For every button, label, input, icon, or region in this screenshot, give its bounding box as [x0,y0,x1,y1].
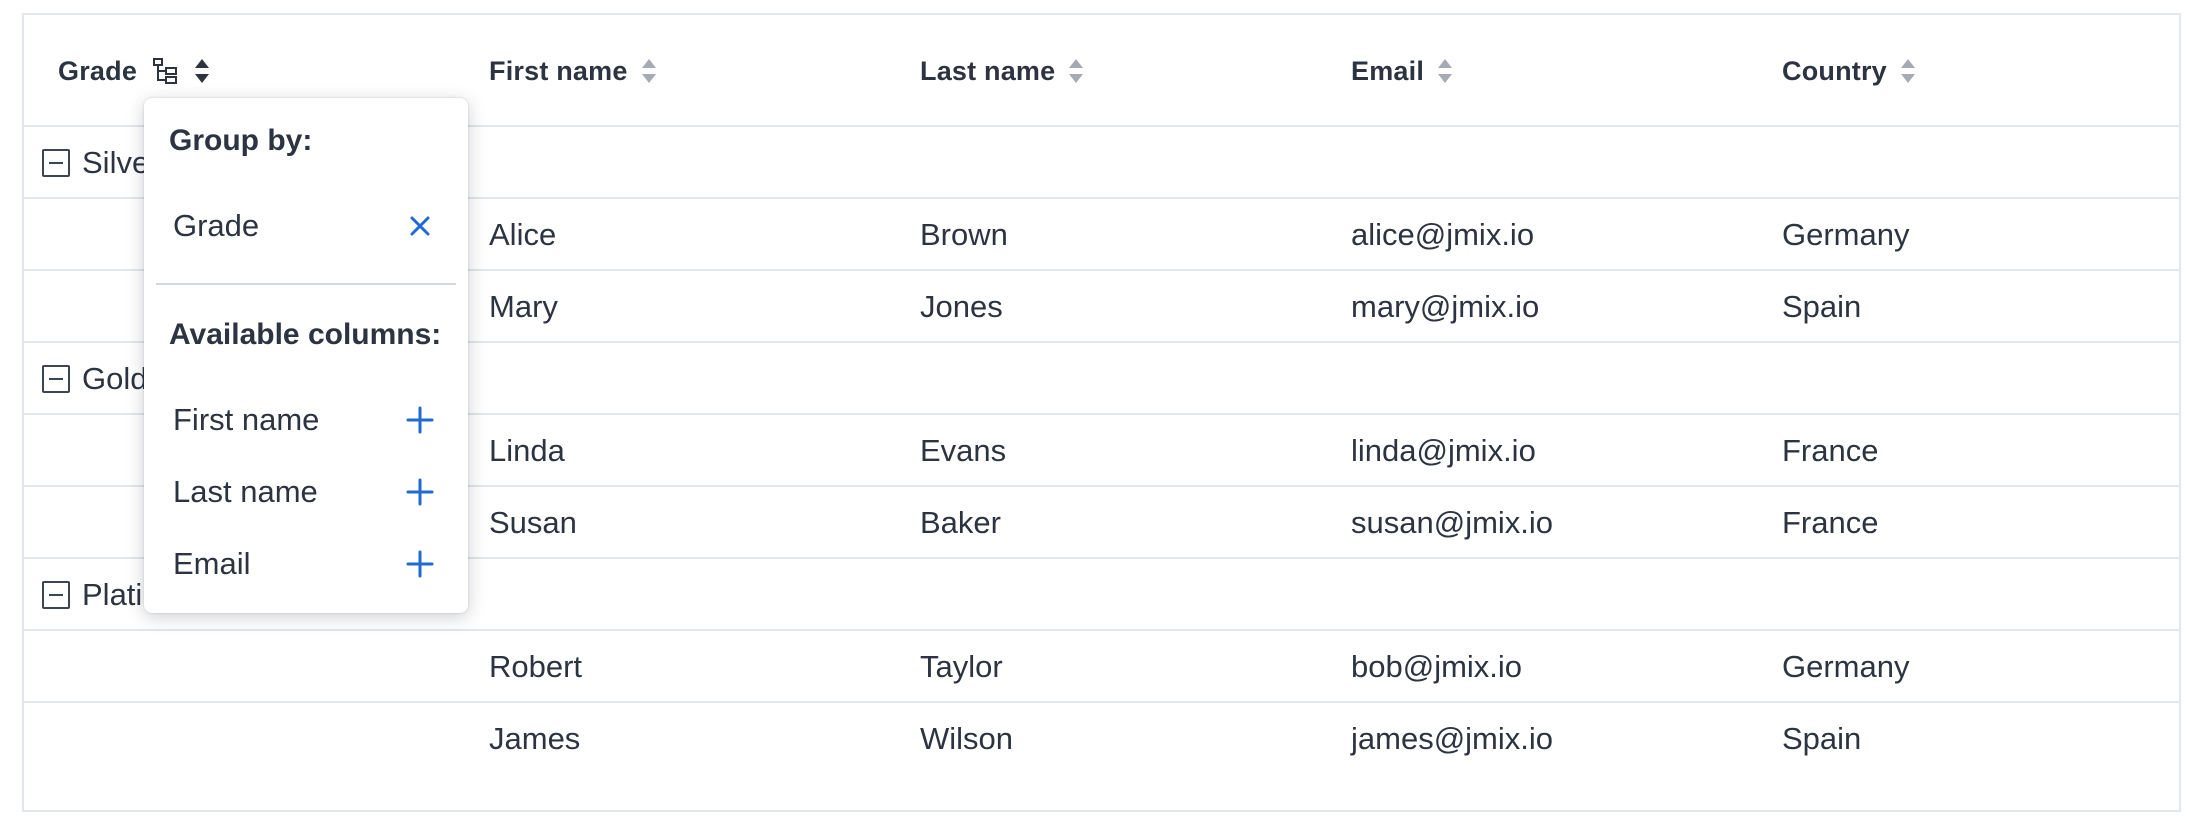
plus-icon[interactable] [406,478,434,506]
collapse-icon[interactable] [42,581,70,609]
cell-country: Germany [1782,649,1910,684]
available-column-item[interactable]: Email [144,534,468,594]
sort-icon[interactable] [1069,59,1084,83]
sort-icon[interactable] [1438,59,1453,83]
collapse-icon[interactable] [42,365,70,393]
column-header-label: Country [1782,55,1887,86]
cell-last-name: Brown [920,217,1008,252]
grouped-column-item[interactable]: Grade [144,196,468,256]
available-column-item[interactable]: Last name [144,462,468,522]
sort-icon[interactable] [195,59,210,83]
cell-last-name: Baker [920,505,1001,540]
cell-country: France [1782,505,1879,540]
cell-last-name: Wilson [920,721,1014,756]
plus-icon[interactable] [406,406,434,434]
popup-divider [156,283,456,285]
cell-country: Spain [1782,289,1862,324]
available-column-item[interactable]: First name [144,390,468,450]
cell-country: Spain [1782,721,1862,756]
available-column-label: Last name [173,474,318,509]
column-header-last-name[interactable]: Last name [920,15,1084,127]
cell-first-name: Alice [489,217,557,252]
column-header-label: Last name [920,55,1056,86]
cell-email: james@jmix.io [1351,721,1553,756]
collapse-icon[interactable] [42,149,70,177]
available-columns-heading: Available columns: [169,318,442,351]
cell-email: susan@jmix.io [1351,505,1554,540]
sort-icon[interactable] [1900,59,1915,83]
cell-email: alice@jmix.io [1351,217,1535,252]
column-header-email[interactable]: Email [1351,15,1453,127]
cell-first-name: James [489,721,581,756]
table-row[interactable]: Robert Taylor bob@jmix.io Germany [24,631,2179,703]
cell-last-name: Evans [920,433,1007,468]
column-header-label: Grade [58,55,138,86]
column-header-label: Email [1351,55,1425,86]
cell-email: linda@jmix.io [1351,433,1536,468]
cell-first-name: Susan [489,505,577,540]
available-column-label: First name [173,402,320,437]
cell-first-name: Robert [489,649,583,684]
column-header-country[interactable]: Country [1782,15,1915,127]
group-by-heading: Group by: [169,124,313,157]
cell-country: Germany [1782,217,1910,252]
sort-icon[interactable] [641,59,656,83]
available-column-label: Email [173,546,251,581]
close-icon[interactable] [406,212,434,240]
column-header-first-name[interactable]: First name [489,15,656,127]
cell-last-name: Taylor [920,649,1003,684]
grouped-column-label: Grade [173,208,260,243]
plus-icon[interactable] [406,550,434,578]
group-by-popup: Group by: Grade Available columns: First… [144,98,468,613]
cell-last-name: Jones [920,289,1003,324]
cell-email: mary@jmix.io [1351,289,1540,324]
group-by-icon[interactable] [151,56,181,86]
cell-email: bob@jmix.io [1351,649,1523,684]
cell-first-name: Linda [489,433,565,468]
column-header-label: First name [489,55,628,86]
cell-first-name: Mary [489,289,558,324]
cell-country: France [1782,433,1879,468]
table-row[interactable]: James Wilson james@jmix.io Spain [24,703,2179,775]
